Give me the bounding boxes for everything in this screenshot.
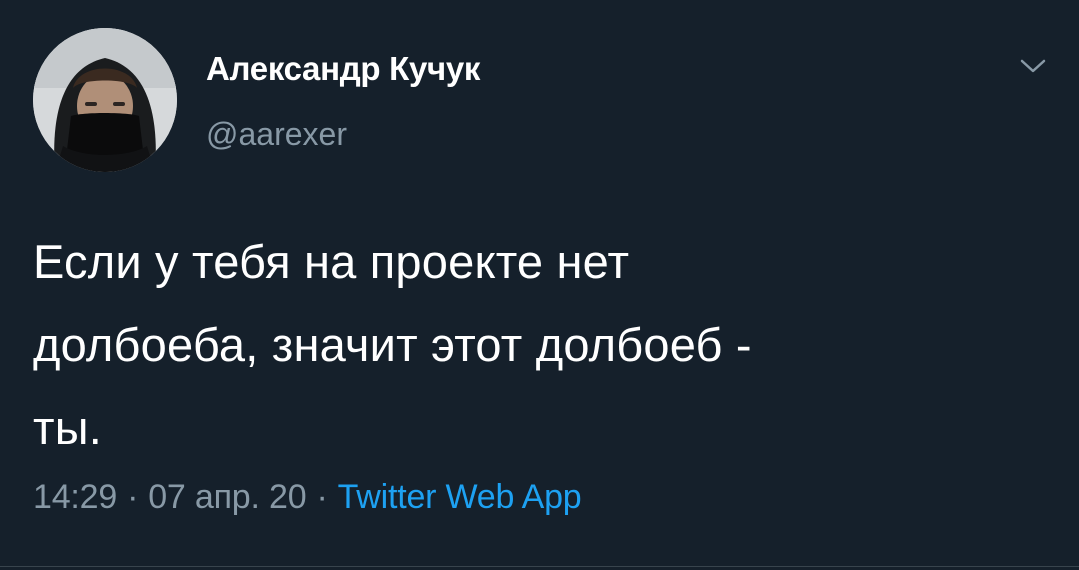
display-name[interactable]: Александр Кучук	[206, 50, 480, 88]
avatar-image	[33, 28, 177, 172]
meta-separator: ·	[127, 478, 139, 516]
meta-separator: ·	[316, 478, 328, 516]
user-handle[interactable]: @aarexer	[206, 116, 347, 153]
tweet-text-line: долбоеба, значит этот долбоеб -	[33, 318, 752, 371]
tweet-card: Александр Кучук @aarexer Если у тебя на …	[0, 0, 1079, 570]
tweet-date[interactable]: 07 апр. 20	[148, 478, 306, 516]
tweet-meta: 14:29 · 07 апр. 20 · Twitter Web App	[33, 478, 582, 517]
divider	[0, 566, 1079, 567]
avatar[interactable]	[33, 28, 177, 172]
tweet-text-line: Если у тебя на проекте нет	[33, 235, 630, 288]
tweet-time[interactable]: 14:29	[33, 478, 117, 516]
tweet-text: Если у тебя на проекте нет долбоеба, зна…	[33, 220, 1048, 469]
tweet-source-link[interactable]: Twitter Web App	[338, 478, 582, 516]
chevron-down-icon[interactable]	[1018, 56, 1048, 76]
tweet-text-line: ты.	[33, 401, 102, 454]
